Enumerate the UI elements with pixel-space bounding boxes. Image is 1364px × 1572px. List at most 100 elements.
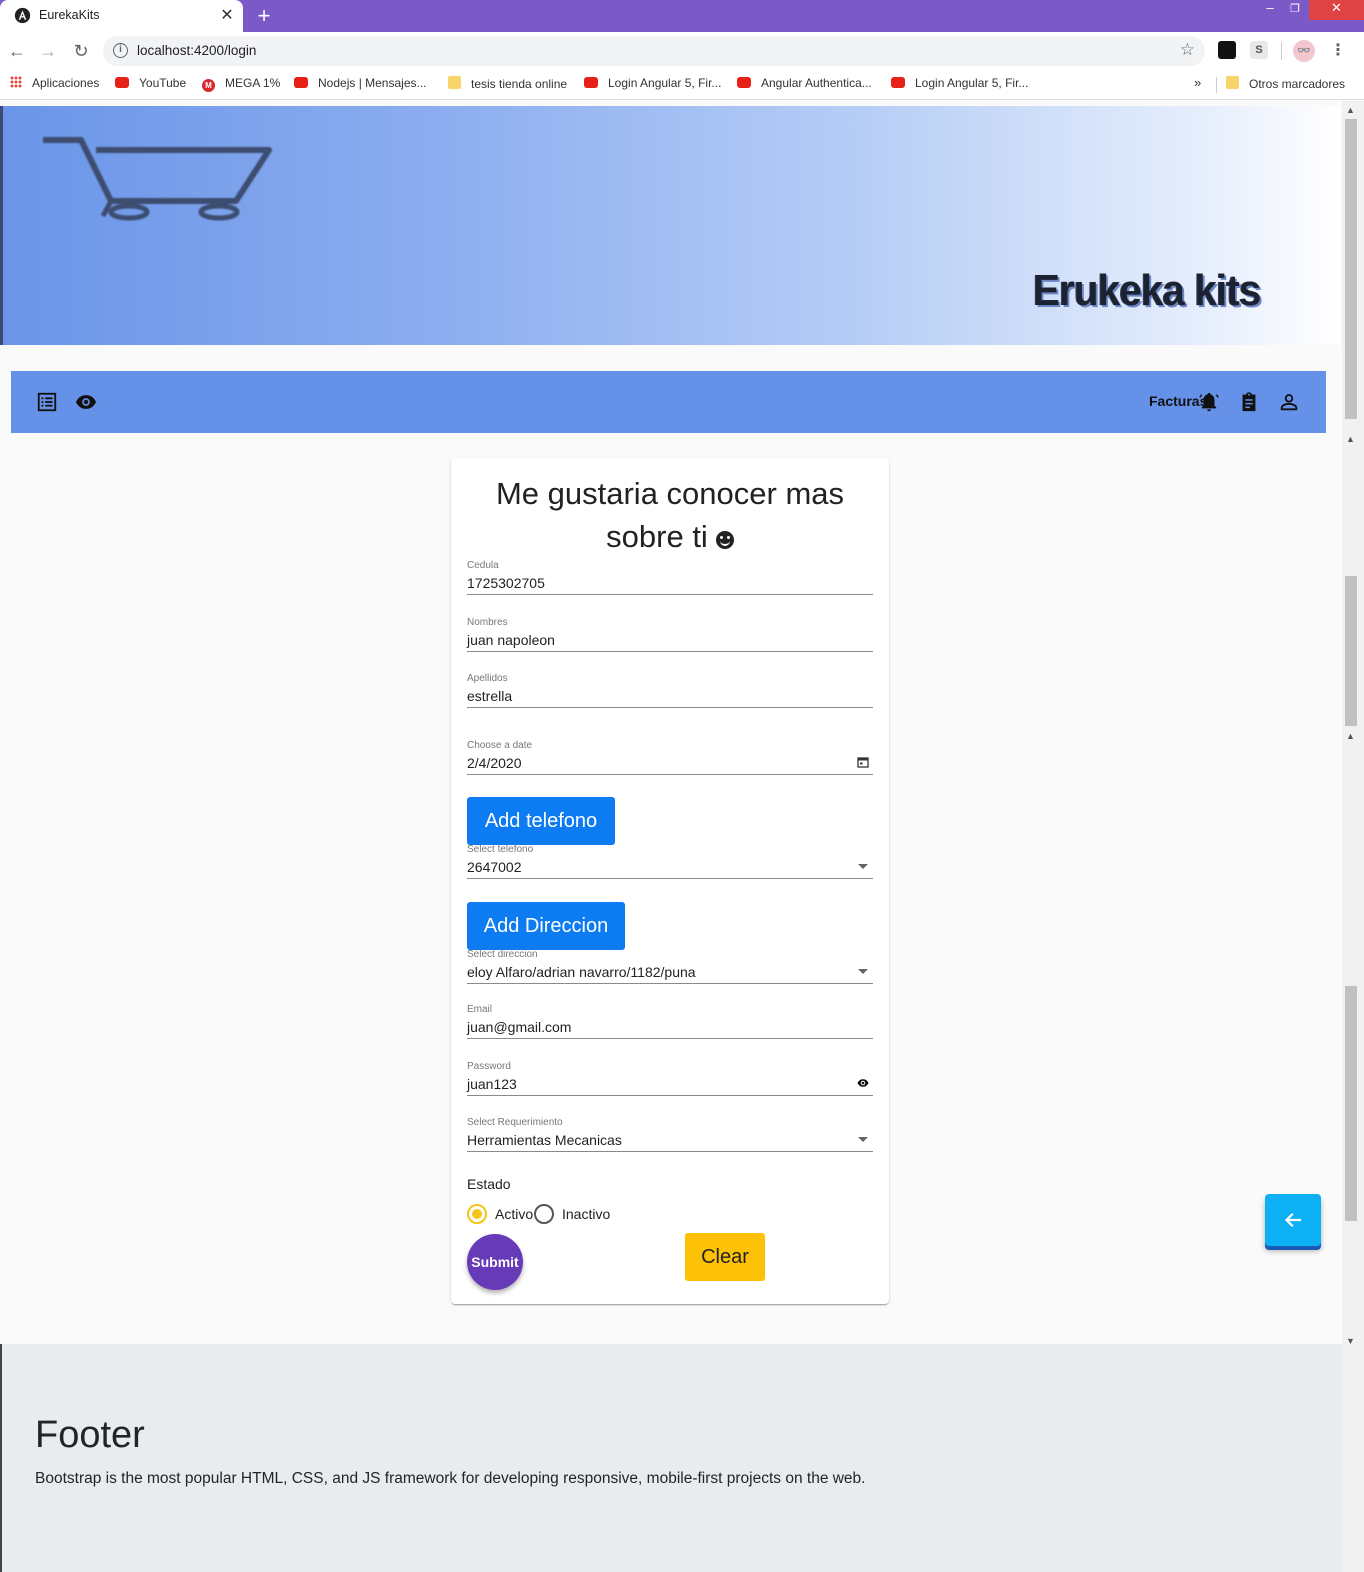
tab-title: EurekaKits	[39, 8, 100, 22]
browser-tab[interactable]: EurekaKits ✕	[0, 0, 243, 33]
bookmark-item[interactable]: tesis tienda online	[448, 76, 567, 91]
add-direccion-button[interactable]: Add Direccion	[467, 902, 625, 950]
bookmark-label: Otros marcadores	[1249, 77, 1346, 91]
page-scrollbar[interactable]: ▲ ▲ ▲ ▼	[1342, 101, 1364, 1572]
radio-inactivo[interactable]	[534, 1204, 554, 1224]
date-field[interactable]: Choose a date 2/4/2020	[467, 740, 873, 775]
folder-icon	[1226, 76, 1239, 89]
window-close-icon[interactable]: ✕	[1309, 0, 1364, 20]
password-input[interactable]: juan123	[467, 1074, 873, 1094]
bookmark-label: Login Angular 5, Fir...	[608, 76, 722, 90]
header-banner: Erukeka kits	[0, 106, 1340, 345]
field-label: Choose a date	[467, 740, 533, 751]
requerimiento-select[interactable]: Select Requerimiento Herramientas Mecani…	[467, 1117, 873, 1152]
dropdown-arrow-icon[interactable]	[858, 969, 868, 974]
back-icon[interactable]: ←	[4, 38, 30, 64]
other-bookmarks[interactable]: Otros marcadores	[1226, 76, 1345, 91]
dropdown-arrow-icon[interactable]	[858, 864, 868, 869]
dropdown-arrow-icon[interactable]	[858, 1137, 868, 1142]
clipboard-icon[interactable]	[1238, 391, 1260, 413]
tab-close-icon[interactable]: ✕	[218, 5, 236, 25]
page-content: Erukeka kits Facturas Me gustaria conoce…	[0, 101, 1342, 1572]
telefono-value[interactable]: 2647002	[467, 857, 873, 877]
profile-avatar[interactable]: 👓	[1293, 40, 1315, 62]
restore-icon[interactable]: ❐	[1287, 2, 1303, 22]
eye-icon[interactable]	[857, 1077, 869, 1089]
cedula-field[interactable]: Cedula 1725302705	[467, 560, 873, 595]
password-field[interactable]: Password juan123	[467, 1061, 873, 1096]
folder-icon	[448, 76, 461, 89]
scroll-up-icon[interactable]: ▲	[1346, 434, 1355, 444]
scrollbar-thumb[interactable]	[1345, 576, 1357, 726]
nombres-field[interactable]: Nombres juan napoleon	[467, 617, 873, 652]
top-navbar: Facturas	[11, 371, 1326, 433]
youtube-icon	[584, 77, 598, 88]
reload-icon[interactable]: ↻	[68, 38, 94, 64]
youtube-icon	[737, 77, 751, 88]
clear-button[interactable]: Clear	[685, 1233, 765, 1281]
bookmark-label: Login Angular 5, Fir...	[915, 76, 1029, 90]
scrollbar-thumb[interactable]	[1345, 986, 1357, 1221]
more-bookmarks-icon[interactable]: »	[1194, 75, 1201, 90]
direccion-select[interactable]: Select direccion eloy Alfaro/adrian nava…	[467, 949, 873, 984]
bookmark-item[interactable]: Login Angular 5, Fir...	[891, 76, 1028, 90]
date-input[interactable]: 2/4/2020	[467, 753, 873, 773]
bookmark-label: Angular Authentica...	[761, 76, 872, 90]
bookmark-star-icon[interactable]: ☆	[1180, 40, 1195, 60]
shopping-cart-icon	[43, 137, 272, 221]
scroll-up-icon[interactable]: ▲	[1346, 731, 1355, 741]
field-label: Apellidos	[467, 673, 508, 684]
radio-label-activo[interactable]: Activo	[495, 1206, 533, 1222]
apellidos-field[interactable]: Apellidos estrella	[467, 673, 873, 708]
email-field[interactable]: Email juan@gmail.com	[467, 1004, 873, 1039]
field-underline	[467, 707, 873, 708]
direccion-value[interactable]: eloy Alfaro/adrian navarro/1182/puna	[467, 962, 873, 982]
browser-titlebar: EurekaKits ✕ + – ❐ ✕	[0, 0, 1364, 33]
cedula-input[interactable]: 1725302705	[467, 573, 873, 593]
add-telefono-button[interactable]: Add telefono	[467, 797, 615, 845]
bookmark-item[interactable]: Nodejs | Mensajes...	[294, 76, 427, 90]
field-underline	[467, 594, 873, 595]
person-icon[interactable]	[1278, 391, 1300, 413]
requerimiento-value[interactable]: Herramientas Mecanicas	[467, 1130, 873, 1150]
site-info-icon[interactable]: i	[113, 43, 128, 58]
eye-icon[interactable]	[75, 391, 97, 413]
bookmark-item[interactable]: Aplicaciones	[10, 76, 99, 90]
list-icon[interactable]	[36, 391, 58, 413]
bell-icon[interactable]	[1198, 391, 1220, 413]
extension-s-icon[interactable]: S	[1250, 41, 1268, 59]
bookmark-item[interactable]: Login Angular 5, Fir...	[584, 76, 721, 90]
apps-icon	[10, 76, 22, 88]
mega-icon: M	[202, 79, 215, 92]
bookmark-label: MEGA 1%	[225, 76, 281, 90]
youtube-icon	[115, 77, 129, 88]
email-input[interactable]: juan@gmail.com	[467, 1017, 873, 1037]
bookmark-item[interactable]: YouTube	[115, 76, 186, 90]
scroll-up-icon[interactable]: ▲	[1346, 105, 1355, 115]
field-label: Email	[467, 1004, 493, 1015]
bookmark-label: YouTube	[139, 76, 187, 90]
forward-icon[interactable]: →	[35, 38, 61, 64]
nombres-input[interactable]: juan napoleon	[467, 630, 873, 650]
submit-button[interactable]: Submit	[467, 1234, 523, 1290]
address-bar[interactable]: i localhost:4200/login ☆	[103, 36, 1205, 66]
calendar-icon[interactable]	[857, 756, 869, 768]
url-text[interactable]: localhost:4200/login	[137, 43, 256, 58]
toolbar-divider	[1281, 42, 1282, 60]
bookmark-item[interactable]: M MEGA 1%	[202, 76, 280, 92]
field-underline	[467, 1095, 873, 1096]
apellidos-input[interactable]: estrella	[467, 686, 873, 706]
bookmark-item[interactable]: Angular Authentica...	[737, 76, 872, 90]
radio-label-inactivo[interactable]: Inactivo	[562, 1206, 610, 1222]
browser-menu-icon[interactable]: ⋮	[1330, 40, 1346, 60]
scroll-down-icon[interactable]: ▼	[1346, 1336, 1355, 1346]
field-label: Cedula	[467, 560, 499, 571]
back-fab-button[interactable]	[1265, 1194, 1321, 1246]
extension-icon[interactable]	[1218, 41, 1236, 59]
scrollbar-thumb[interactable]	[1345, 119, 1357, 419]
minimize-icon[interactable]: –	[1262, 0, 1278, 20]
new-tab-icon[interactable]: +	[255, 3, 273, 29]
telefono-select[interactable]: Select telefono 2647002	[467, 844, 873, 879]
angular-icon	[14, 7, 31, 24]
radio-activo[interactable]	[467, 1204, 487, 1224]
